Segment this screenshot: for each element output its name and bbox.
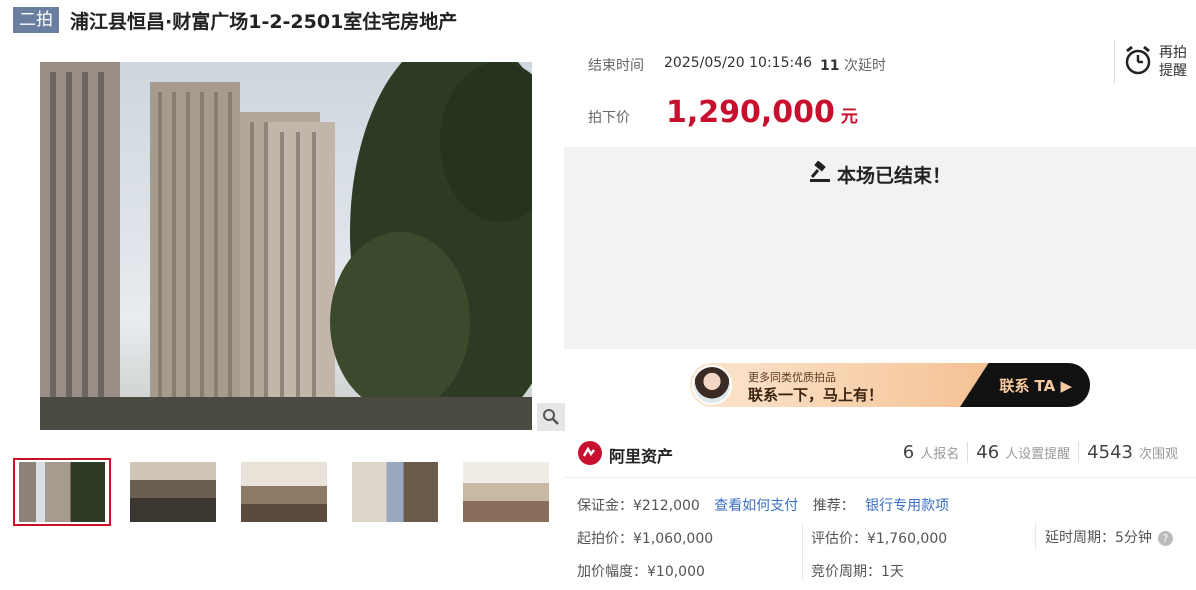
zoom-icon[interactable] <box>537 403 565 431</box>
stat-signups-label: 人报名 <box>920 447 960 462</box>
price-unit: 元 <box>840 107 858 127</box>
deposit-row: 保证金：¥212,000 查看如何支付 推荐： 银行专用款项 <box>577 495 949 515</box>
price-row: 拍下价 1,290,000 元 <box>588 95 858 130</box>
start-price: 起拍价：¥1,060,000 <box>577 531 714 547</box>
delay-info: 11 次延时 <box>820 55 886 75</box>
ali-assets-logo-icon <box>577 440 603 470</box>
ended-message: 本场已结束！ <box>564 160 1196 188</box>
help-icon[interactable]: ? <box>1157 531 1173 546</box>
remind-line2: 提醒 <box>1159 63 1187 79</box>
ended-text: 本场已结束！ <box>836 165 951 187</box>
thumbnail-1[interactable] <box>13 458 111 526</box>
bid-increment: 加价幅度：¥10,000 <box>577 564 705 580</box>
round-badge: 二拍 <box>13 7 59 33</box>
divider <box>564 477 1196 478</box>
end-time-row: 结束时间 2025/05/20 10:15:46 11 次延时 <box>588 55 886 75</box>
delay-period-row: 延时周期：5分钟? <box>1045 527 1173 547</box>
play-arrow-icon: ▶ <box>1060 377 1072 395</box>
brand-name: 阿里资产 <box>609 447 674 466</box>
end-time-label: 结束时间 <box>588 58 644 74</box>
main-photo[interactable] <box>40 62 532 430</box>
auction-ended-panel: 本场已结束！ <box>564 147 1196 349</box>
contact-ta-button[interactable]: 联系 TA ▶ <box>999 375 1072 396</box>
price-label: 拍下价 <box>588 110 630 126</box>
stat-reminders-label: 人设置提醒 <box>1005 447 1071 462</box>
end-time-value: 2025/05/20 10:15:46 <box>664 55 813 71</box>
contact-ta-label: 联系 TA <box>999 377 1056 395</box>
deposit: 保证金：¥212,000 <box>577 498 700 514</box>
how-to-pay-link[interactable]: 查看如何支付 <box>714 498 798 514</box>
rebid-remind-button[interactable]: 再拍 提醒 <box>1114 40 1196 84</box>
thumbnail-strip <box>13 458 568 526</box>
gavel-icon <box>809 160 831 188</box>
banner-line1: 更多同类优质拍品 <box>748 371 836 384</box>
thumbnail-5[interactable] <box>457 458 555 526</box>
bid-cycle: 竞价周期：1天 <box>811 564 904 580</box>
stats: 6 人报名 46 人设置提醒 4543 次围观 <box>895 442 1186 463</box>
stat-signups: 6 人报名 <box>895 442 967 463</box>
stat-signups-num: 6 <box>902 442 915 463</box>
delay-count: 11 <box>820 58 840 74</box>
contact-banner-area: 更多同类优质拍品 联系一下，马上有！ 联系 TA ▶ <box>570 349 1196 427</box>
stat-views: 4543 次围观 <box>1078 442 1186 463</box>
stat-reminders-num: 46 <box>976 442 1000 463</box>
alarm-clock-icon <box>1123 44 1153 80</box>
agent-avatar <box>692 365 732 405</box>
remind-line1: 再拍 <box>1159 45 1187 61</box>
bank-payment-link[interactable]: 银行专用款项 <box>865 498 949 514</box>
contact-banner[interactable]: 更多同类优质拍品 联系一下，马上有！ 联系 TA ▶ <box>690 363 1090 407</box>
column-divider <box>802 522 803 580</box>
remind-label: 再拍 提醒 <box>1159 44 1187 80</box>
thumbnail-2[interactable] <box>124 458 222 526</box>
appraisal-price: 评估价：¥1,760,000 <box>811 531 948 547</box>
brand: 阿里资产 <box>577 440 673 470</box>
banner-line2: 联系一下，马上有！ <box>748 386 884 404</box>
title-row: 二拍 浦江县恒昌·财富广场1-2-2501室住宅房地产 <box>13 6 457 34</box>
thumbnail-4[interactable] <box>346 458 444 526</box>
delay-period: 延时周期：5分钟 <box>1045 530 1152 546</box>
stat-views-label: 次围观 <box>1138 447 1178 462</box>
recommend-label: 推荐： <box>812 498 855 514</box>
delay-suffix: 次延时 <box>843 58 886 74</box>
stat-views-num: 4543 <box>1087 442 1133 463</box>
sold-price: 1,290,000 <box>666 95 835 130</box>
page-title: 浦江县恒昌·财富广场1-2-2501室住宅房地产 <box>70 10 458 33</box>
column-divider <box>1035 522 1036 550</box>
thumbnail-3[interactable] <box>235 458 333 526</box>
stat-reminders: 46 人设置提醒 <box>967 442 1078 463</box>
